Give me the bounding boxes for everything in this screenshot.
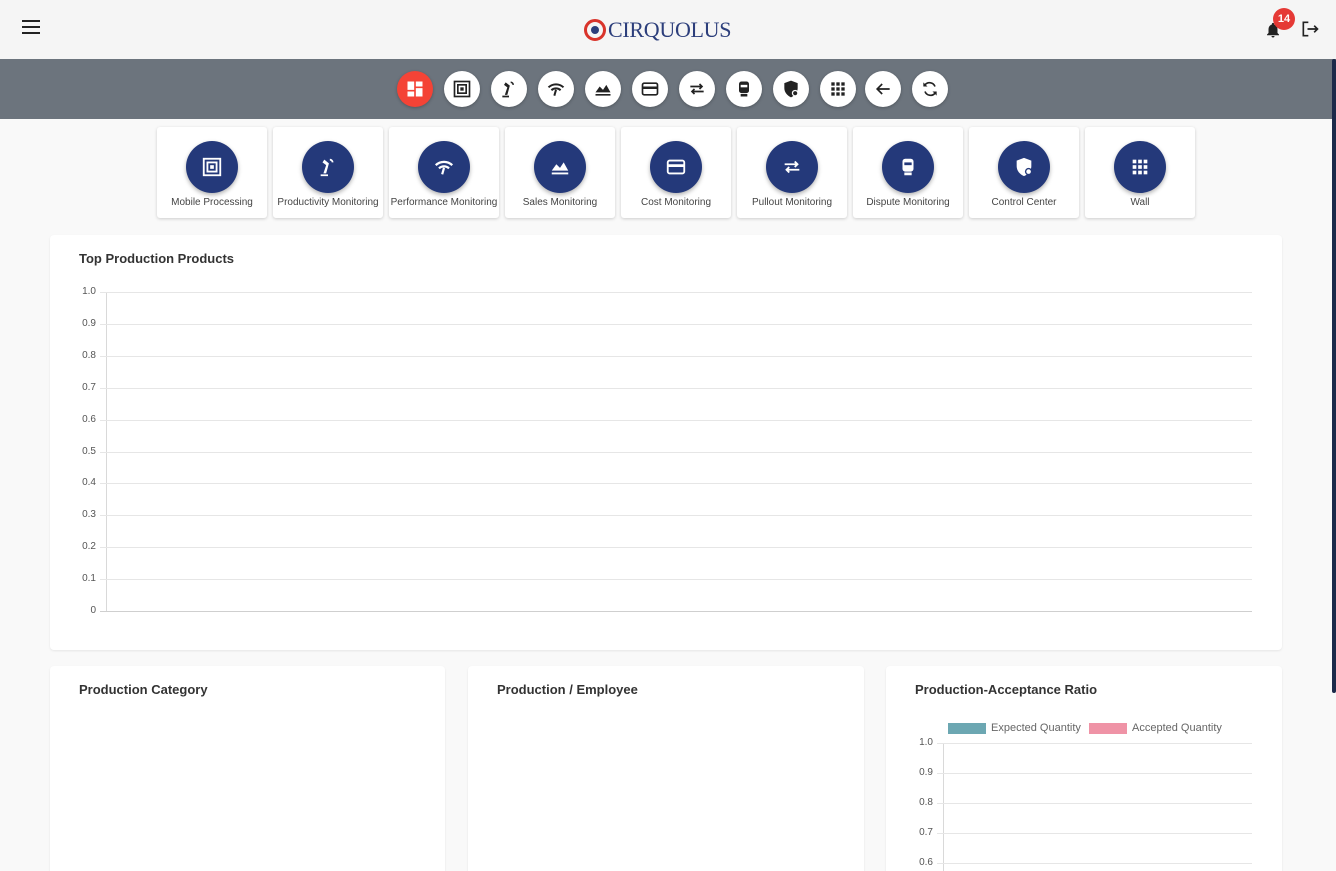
refresh-icon[interactable] [912, 71, 948, 107]
module-card-control-center[interactable]: Control Center [969, 127, 1079, 218]
brand-name: CIRQUOLUS [608, 17, 732, 42]
gridline [937, 833, 1252, 834]
module-label: Dispute Monitoring [866, 197, 950, 208]
performance-icon [418, 141, 470, 193]
y-tick-label: 0.4 [82, 477, 96, 489]
module-toolbar [0, 59, 1336, 119]
gridline [100, 579, 1252, 581]
gridline [100, 387, 1252, 389]
module-card-dispute-monitoring[interactable]: Dispute Monitoring [853, 127, 963, 218]
y-tick-label: 0.8 [82, 349, 96, 361]
y-axis-line [943, 743, 944, 871]
module-label: Productivity Monitoring [277, 197, 379, 208]
gridline [100, 292, 1252, 293]
module-card-productivity-monitoring[interactable]: Productivity Monitoring [273, 127, 383, 218]
notification-count-badge: 14 [1273, 8, 1295, 30]
gridline [100, 419, 1252, 421]
module-label: Pullout Monitoring [751, 197, 833, 208]
mobile-processing-icon [186, 141, 238, 193]
y-tick-label: 0.7 [919, 827, 933, 838]
y-tick-label: 0.7 [82, 381, 96, 393]
y-tick-label: 0 [90, 605, 96, 616]
dispute-icon [882, 141, 934, 193]
module-card-performance-monitoring[interactable]: Performance Monitoring [389, 127, 499, 218]
back-arrow-icon[interactable] [865, 71, 901, 107]
productivity-icon[interactable] [491, 71, 527, 107]
sales-icon[interactable] [585, 71, 621, 107]
production-acceptance-ratio-panel: Production-Acceptance Ratio Expected Qua… [886, 666, 1282, 871]
gridline [937, 803, 1252, 804]
panel-title: Production / Employee [497, 682, 638, 697]
brand-mark-icon [584, 19, 606, 41]
panel-title: Top Production Products [79, 251, 235, 266]
module-card-cost-monitoring[interactable]: Cost Monitoring [621, 127, 731, 218]
legend-label: Expected Quantity [991, 722, 1081, 734]
gridline [100, 451, 1252, 453]
y-tick-label: 0.5 [82, 445, 96, 457]
legend-expected-quantity[interactable]: Expected Quantity [948, 722, 1081, 734]
y-tick-label: 0.9 [919, 767, 933, 778]
module-label: Wall [1130, 197, 1150, 208]
legend-label: Accepted Quantity [1132, 722, 1222, 734]
gridline [100, 323, 1252, 325]
y-tick-label: 0.6 [82, 413, 96, 425]
gridline [937, 863, 1252, 864]
production-employee-panel: Production / Employee [468, 666, 864, 871]
pullout-icon [766, 141, 818, 193]
wall-icon [1114, 141, 1166, 193]
performance-icon[interactable] [538, 71, 574, 107]
module-label: Mobile Processing [171, 197, 253, 208]
cost-icon [650, 141, 702, 193]
module-card-wall[interactable]: Wall [1085, 127, 1195, 218]
y-tick-label: 0.8 [919, 797, 933, 808]
gridline [937, 773, 1252, 774]
dashboard-icon[interactable] [397, 71, 433, 107]
legend-swatch [948, 722, 986, 734]
production-category-panel: Production Category [50, 666, 445, 871]
mobile-processing-icon[interactable] [444, 71, 480, 107]
productivity-icon [302, 141, 354, 193]
gridline [100, 547, 1252, 549]
module-card-sales-monitoring[interactable]: Sales Monitoring [505, 127, 615, 218]
y-tick-label: 1.0 [919, 737, 933, 748]
y-tick-label: 0.2 [82, 541, 96, 553]
cost-icon[interactable] [632, 71, 668, 107]
hamburger-menu-icon[interactable] [22, 20, 44, 38]
control-center-icon[interactable] [773, 71, 809, 107]
pullout-icon[interactable] [679, 71, 715, 107]
wall-icon[interactable] [820, 71, 856, 107]
y-tick-label: 0.9 [82, 317, 96, 329]
brand-logo[interactable]: CIRQUOLUS [584, 17, 732, 43]
legend-swatch [1089, 722, 1127, 734]
dispute-icon[interactable] [726, 71, 762, 107]
gridline [100, 611, 1252, 612]
module-card-pullout-monitoring[interactable]: Pullout Monitoring [737, 127, 847, 218]
logout-icon[interactable] [1299, 19, 1321, 39]
panel-title: Production Category [79, 682, 208, 697]
y-tick-label: 0.6 [919, 857, 933, 868]
page-scrollbar[interactable] [1332, 59, 1336, 693]
gridline [937, 743, 1252, 744]
gridline [100, 515, 1252, 517]
module-label: Performance Monitoring [390, 197, 498, 208]
top-production-products-panel: Top Production Products 1.0 0.9 0.8 0.7 0.6 0… [50, 235, 1282, 650]
module-label: Control Center [991, 197, 1057, 208]
gridline [100, 483, 1252, 485]
y-tick-label: 0.1 [82, 573, 96, 585]
module-card-mobile-processing[interactable]: Mobile Processing [157, 127, 267, 218]
y-tick-label: 0.3 [82, 509, 96, 521]
sales-icon [534, 141, 586, 193]
panel-title: Production-Acceptance Ratio [915, 682, 1098, 697]
legend-accepted-quantity[interactable]: Accepted Quantity [1089, 722, 1222, 734]
gridline [100, 355, 1252, 357]
top-app-bar: CIRQUOLUS 14 [0, 0, 1336, 59]
control-center-icon [998, 141, 1050, 193]
module-label: Cost Monitoring [640, 197, 712, 208]
module-label: Sales Monitoring [522, 197, 598, 208]
y-tick-label: 1.0 [82, 286, 96, 297]
